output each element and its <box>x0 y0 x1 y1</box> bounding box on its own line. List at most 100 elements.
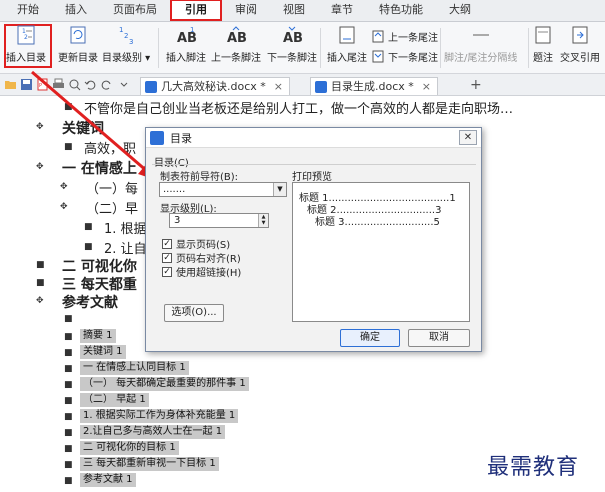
outline-expand-icon[interactable]: ✥ <box>60 202 68 212</box>
tab-view[interactable]: 视图 <box>270 0 318 21</box>
toc-line[interactable]: 参考文献 1 <box>80 473 136 487</box>
right-align-label: 页码右对齐(R) <box>176 254 241 265</box>
close-tab-icon[interactable]: × <box>274 80 283 93</box>
show-level-value: 3 <box>174 215 181 226</box>
prev-endnote-label: 上一条尾注 <box>388 33 438 44</box>
toc-line[interactable]: （二） 早起 1 <box>80 393 149 407</box>
tab-home[interactable]: 开始 <box>4 0 52 21</box>
preview-line-3: 标题 3............................5 <box>315 217 440 228</box>
toc-line[interactable]: 二 可视化你的目标 1 <box>80 441 179 455</box>
ok-button[interactable]: 确定 <box>340 329 400 347</box>
toc-line[interactable]: 一 在情感上认同目标 1 <box>80 361 189 375</box>
toc-line[interactable]: 1. 根据实际工作为身体补充能量 1 <box>80 409 239 423</box>
outline-expand-icon[interactable]: ✥ <box>36 296 44 306</box>
toc-line[interactable]: 摘要 1 <box>80 329 116 343</box>
dialog-title-bar[interactable]: 目录 <box>146 128 481 148</box>
bullet-icon: ■ <box>64 142 73 152</box>
insert-toc-icon: 12 <box>17 25 35 45</box>
outline-expand-icon[interactable]: ✥ <box>36 162 44 172</box>
caption-button[interactable]: 题注 <box>532 24 554 64</box>
cross-reference-button[interactable]: 交叉引用 <box>560 24 600 64</box>
heading-section-1a: （一）每 <box>86 182 139 197</box>
footnote-separator-button[interactable]: 脚注/尾注分隔线 <box>444 24 517 64</box>
bullet-icon: ■ <box>64 348 73 358</box>
options-button[interactable]: 选项(O)... <box>164 304 224 322</box>
bullet-icon: ■ <box>84 222 93 232</box>
heading-section-1b: （二）早 <box>86 202 139 217</box>
prev-footnote-button[interactable]: AB 上一条脚注 <box>211 24 261 64</box>
insert-footnote-button[interactable]: AB 1 插入脚注 <box>166 24 206 64</box>
pdf-export-icon[interactable]: P <box>36 78 49 91</box>
bullet-icon: ■ <box>64 428 73 438</box>
prev-endnote-icon <box>372 30 384 43</box>
outline-expand-icon[interactable]: ✥ <box>36 122 44 132</box>
next-endnote-button[interactable]: 下一条尾注 <box>372 49 438 64</box>
undo-icon[interactable] <box>84 78 97 91</box>
show-level-stepper[interactable]: 3 ▲ ▼ <box>169 213 269 228</box>
cross-reference-icon <box>572 26 588 44</box>
heading-section-2: 二 可视化你 <box>62 259 137 275</box>
show-page-numbers-checkbox[interactable]: ✓ 显示页码(S) <box>162 236 230 251</box>
heading-section-1b1: 1. 根据 <box>104 222 147 237</box>
next-footnote-button[interactable]: AB 下一条脚注 <box>267 24 317 64</box>
right-align-checkbox[interactable]: ✓ 页码右对齐(R) <box>162 250 241 265</box>
checkbox-checked-icon[interactable]: ✓ <box>162 238 172 249</box>
customize-quick-access-icon[interactable] <box>118 78 131 91</box>
toc-line[interactable]: 2.让自己多与高效人士在一起 1 <box>80 425 226 439</box>
tab-leader-select[interactable]: ....... ▼ <box>159 182 287 197</box>
chevron-down-icon[interactable]: ▼ <box>273 183 286 196</box>
doc-tab-2[interactable]: 目录生成.docx * × <box>310 77 438 95</box>
toc-line[interactable]: （一） 每天都确定最重要的那件事 1 <box>80 377 249 391</box>
checkbox-checked-icon[interactable]: ✓ <box>162 252 172 263</box>
open-folder-icon[interactable] <box>4 78 17 91</box>
print-preview-label: 打印预览 <box>292 172 332 183</box>
save-icon[interactable] <box>20 78 33 91</box>
use-hyperlinks-label: 使用超链接(H) <box>176 268 242 279</box>
heading-section-1: 一 在情感上 <box>62 161 137 177</box>
close-tab-icon[interactable]: × <box>422 80 431 93</box>
bullet-icon: ■ <box>64 102 73 112</box>
doc-tab-1[interactable]: 几大高效秘诀.docx * × <box>140 77 290 95</box>
insert-toc-button[interactable]: 12 插入目录 <box>6 24 46 64</box>
print-preview-icon[interactable] <box>68 78 81 91</box>
toc-level-label: 目录级别 ▾ <box>102 53 151 64</box>
tab-special-features[interactable]: 特色功能 <box>366 0 436 21</box>
dialog-close-button[interactable]: ✕ <box>459 130 477 145</box>
svg-text:1: 1 <box>119 26 123 34</box>
bullet-icon: ■ <box>64 332 73 342</box>
new-tab-icon[interactable]: + <box>470 77 482 93</box>
tab-leader-label: 制表符前导符(B): <box>160 172 239 183</box>
prev-endnote-button[interactable]: 上一条尾注 <box>372 29 438 44</box>
next-footnote-label: 下一条脚注 <box>267 53 317 64</box>
svg-text:3: 3 <box>129 38 133 46</box>
heading-section-1b2: 2. 让自 <box>104 242 147 257</box>
stepper-arrows-icon[interactable]: ▲ ▼ <box>258 214 268 227</box>
tab-references[interactable]: 引用 <box>170 0 222 21</box>
doc-tab-1-title: 几大高效秘诀.docx * <box>161 80 266 93</box>
update-toc-button[interactable]: 更新目录 <box>58 24 98 64</box>
tab-outline[interactable]: 大纲 <box>436 0 484 21</box>
toc-line[interactable]: 三 每天都重新审视一下目标 1 <box>80 457 219 471</box>
keywords-text: 高效，职 <box>84 142 137 157</box>
outline-expand-icon[interactable]: ✥ <box>60 182 68 192</box>
tab-review[interactable]: 审阅 <box>222 0 270 21</box>
insert-footnote-label: 插入脚注 <box>166 53 206 64</box>
next-endnote-icon <box>372 50 384 63</box>
toc-line[interactable]: 关键词 1 <box>80 345 126 359</box>
tab-page-layout[interactable]: 页面布局 <box>100 0 170 21</box>
use-hyperlinks-checkbox[interactable]: ✓ 使用超链接(H) <box>162 264 241 279</box>
update-toc-label: 更新目录 <box>58 53 98 64</box>
toc-level-button[interactable]: 123 目录级别 ▾ <box>102 24 150 64</box>
print-icon[interactable] <box>52 78 65 91</box>
insert-endnote-button[interactable]: 插入尾注 <box>327 24 367 64</box>
svg-text:AB: AB <box>283 31 303 46</box>
cancel-button[interactable]: 取消 <box>408 329 470 347</box>
tab-insert[interactable]: 插入 <box>52 0 100 21</box>
ribbon-references: 12 插入目录 更新目录 123 目录级别 ▾ AB 1 插入脚注 AB 上一条脚… <box>0 22 605 74</box>
next-footnote-icon: AB <box>283 26 303 46</box>
tab-section[interactable]: 章节 <box>318 0 366 21</box>
checkbox-checked-icon[interactable]: ✓ <box>162 266 172 277</box>
endnote-icon <box>339 26 355 44</box>
redo-icon[interactable] <box>100 78 113 91</box>
group-divider <box>152 164 476 165</box>
